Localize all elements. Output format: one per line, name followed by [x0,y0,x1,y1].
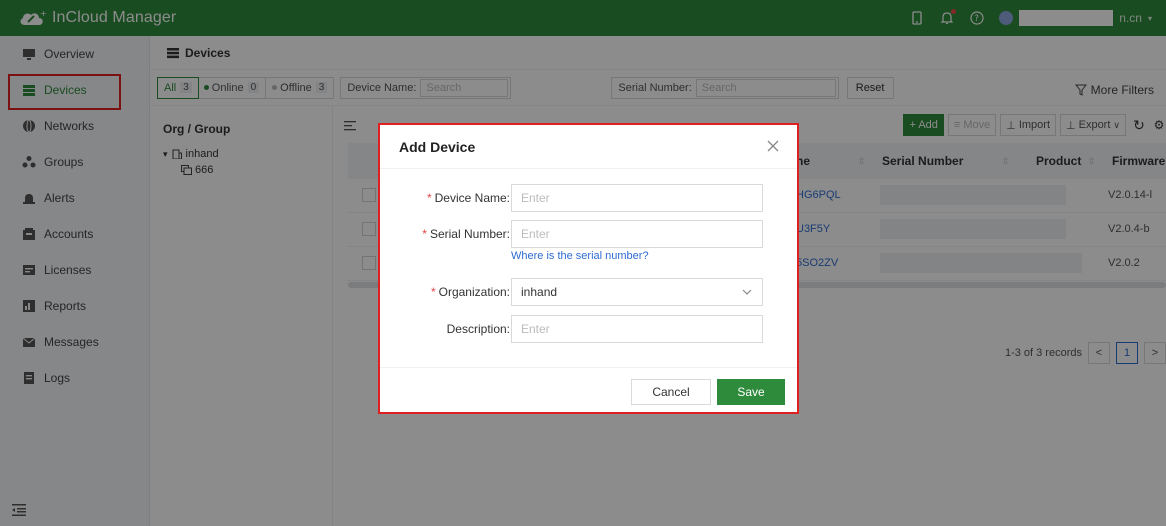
organization-field: * Organization: inhand [380,278,797,306]
device-name-input[interactable]: Enter [511,184,763,212]
save-button[interactable]: Save [717,379,785,405]
chevron-down-icon [742,289,752,295]
description-input[interactable]: Enter [511,315,763,343]
dialog-footer: Cancel Save [380,367,797,412]
organization-select[interactable]: inhand [511,278,763,306]
organization-select-value: inhand [521,285,558,299]
description-field: Description: Enter [380,315,797,343]
serial-number-field: * Serial Number: Enter [380,220,797,248]
dialog-title: Add Device [380,125,797,169]
organization-label: * Organization: [430,285,510,299]
close-icon[interactable] [765,138,781,154]
serial-number-label: * Serial Number: [422,227,510,241]
serial-number-input[interactable]: Enter [511,220,763,248]
serial-number-help-link[interactable]: Where is the serial number? [511,250,649,262]
cancel-button[interactable]: Cancel [631,379,711,405]
device-name-label: * Device Name: [426,191,510,205]
add-device-dialog: Add Device * Device Name: Enter * Serial N… [380,125,797,412]
device-name-field: * Device Name: Enter [380,184,797,212]
description-label: Description: [446,322,510,336]
